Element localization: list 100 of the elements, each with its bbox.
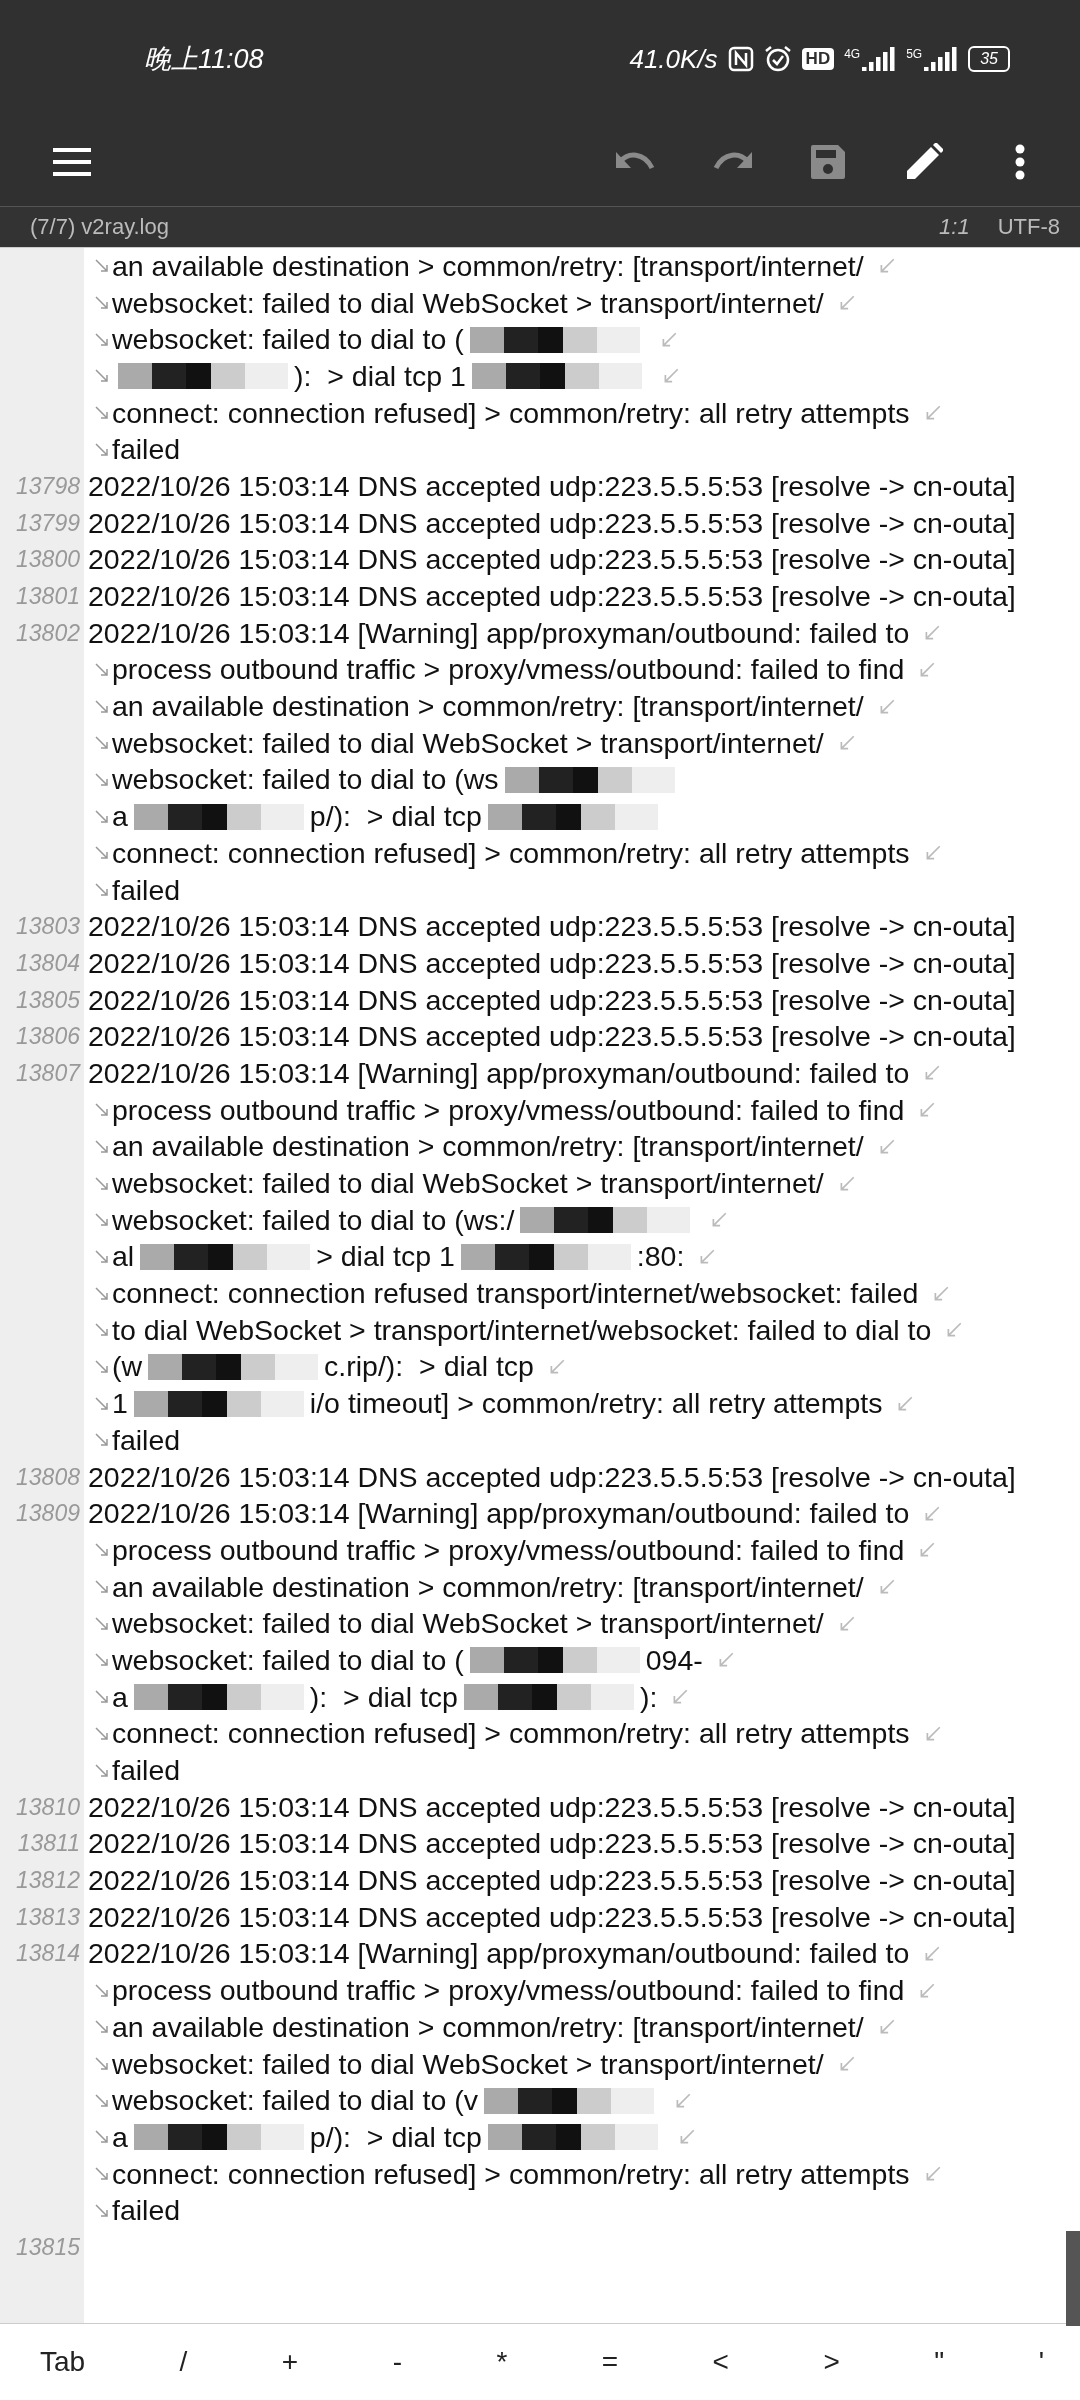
log-text: 2022/10/26 15:03:14 DNS accepted udp:223.5.5.5:53 [resolve -> cn-outa] (88, 910, 1016, 944)
hd-badge: HD (801, 48, 835, 70)
log-text: failed (112, 2194, 181, 2228)
scrollbar-thumb[interactable] (1066, 2231, 1080, 2326)
log-text: an available destination > common/retry: [transport/internet/ (112, 1570, 864, 1604)
line-number: 13799 (15, 509, 81, 537)
log-text: c.rip/): > dial tcp (324, 1350, 534, 1384)
symbol-key[interactable]: ' (1028, 2338, 1054, 2386)
log-text: an available destination > common/retry: [transport/internet/ (112, 2010, 864, 2044)
log-text: websocket: failed to dial to ( (112, 323, 464, 357)
log-text: 2022/10/26 15:03:14 [Warning] app/proxyman/outbound: failed to (88, 616, 910, 650)
log-text: websocket: failed to dial WebSocket > transport/internet/ (112, 726, 824, 760)
log-text: 2022/10/26 15:03:14 [Warning] app/proxyman/outbound: failed to (88, 1497, 910, 1531)
log-text: websocket: failed to dial to (ws (112, 763, 499, 797)
line-number: 13812 (15, 1867, 81, 1895)
log-text: websocket: failed to dial to (ws:/ (112, 1203, 515, 1237)
log-text: :80: (636, 1240, 685, 1274)
log-text: failed (112, 1423, 181, 1457)
log-text: ): (639, 1680, 658, 1714)
log-text: process outbound traffic > proxy/vmess/outbound: failed to find (112, 1533, 905, 1567)
symbol-key[interactable]: " (924, 2338, 955, 2386)
line-number: 13798 (15, 472, 81, 500)
log-text: 2022/10/26 15:03:14 DNS accepted udp:223.5.5.5:53 [resolve -> cn-outa] (88, 1900, 1016, 1934)
log-text: 2022/10/26 15:03:14 DNS accepted udp:223.5.5.5:53 [resolve -> cn-outa] (88, 1864, 1016, 1898)
cursor-position: 1:1 (939, 214, 970, 240)
symbol-key[interactable]: > (813, 2338, 850, 2386)
log-text: p/): > dial tcp (309, 800, 482, 834)
symbol-key[interactable]: - (382, 2338, 412, 2386)
signal-icon (862, 47, 897, 71)
network-speed: 41.0K/s (629, 43, 718, 75)
line-number: 13808 (15, 1463, 81, 1491)
log-text: process outbound traffic > proxy/vmess/outbound: failed to find (112, 653, 905, 687)
log-text: to dial WebSocket > transport/internet/websocket: failed to dial to (112, 1313, 932, 1347)
log-text: 2022/10/26 15:03:14 DNS accepted udp:223.5.5.5:53 [resolve -> cn-outa] (88, 543, 1016, 577)
symbol-key[interactable]: / (169, 2338, 198, 2386)
log-text: websocket: failed to dial WebSocket > transport/internet/ (112, 1167, 824, 1201)
log-text: 2022/10/26 15:03:14 DNS accepted udp:223.5.5.5:53 [resolve -> cn-outa] (88, 1020, 1016, 1054)
log-text: websocket: failed to dial WebSocket > transport/internet/ (112, 286, 824, 320)
log-text: connect: connection refused] > common/retry: all retry attempts (112, 396, 910, 430)
line-number: 13803 (15, 913, 81, 941)
alarm-icon (763, 45, 792, 73)
line-number: 13811 (16, 1830, 81, 1858)
menu-icon (53, 148, 91, 176)
log-text: 2022/10/26 15:03:14 DNS accepted udp:223.5.5.5:53 [resolve -> cn-outa] (88, 983, 1016, 1017)
signal-icon (924, 47, 959, 71)
log-text: a (112, 2120, 128, 2154)
log-text: connect: connection refused] > common/retry: all retry attempts (112, 2157, 910, 2191)
log-text: connect: connection refused] > common/retry: all retry attempts (112, 1717, 910, 1751)
symbol-key[interactable]: < (702, 2338, 739, 2386)
log-text: failed (112, 873, 181, 907)
log-text: 2022/10/26 15:03:14 [Warning] app/proxyman/outbound: failed to (88, 1937, 910, 1971)
log-text: 2022/10/26 15:03:14 DNS accepted udp:223.5.5.5:53 [resolve -> cn-outa] (88, 469, 1016, 503)
line-number: 13804 (15, 949, 81, 977)
line-number: 13809 (15, 1500, 81, 1528)
log-text: connect: connection refused] > common/retry: all retry attempts (112, 836, 910, 870)
line-number: 13807 (15, 1059, 82, 1087)
log-text: an available destination > common/retry: [transport/internet/ (112, 690, 864, 724)
log-text: ): > dial tcp (309, 1680, 458, 1714)
line-number: 13810 (15, 1793, 81, 1821)
line-number: 13800 (15, 546, 81, 574)
log-text: an available destination > common/retry: [transport/internet/ (112, 1130, 864, 1164)
log-text: 094- (645, 1643, 703, 1677)
line-number: 13801 (15, 583, 81, 611)
log-text: 2022/10/26 15:03:14 [Warning] app/proxyman/outbound: failed to (88, 1056, 910, 1090)
symbol-key[interactable]: Tab (30, 2338, 96, 2386)
log-text: i/o timeout] > common/retry: all retry attempts (309, 1387, 883, 1421)
log-text: a (112, 1680, 128, 1714)
nfc-icon (727, 46, 754, 72)
log-text: failed (112, 433, 181, 467)
status-time: 晚上11:08 (144, 43, 264, 76)
more-icon (1014, 143, 1026, 181)
log-text: failed (112, 1754, 181, 1788)
log-text: websocket: failed to dial to ( (112, 1643, 464, 1677)
network-label: 5G (906, 47, 923, 61)
log-text: 2022/10/26 15:03:14 DNS accepted udp:223.5.5.5:53 [resolve -> cn-outa] (88, 1790, 1016, 1824)
log-text: ): > dial tcp 1 (294, 359, 466, 393)
log-text: p/): > dial tcp (309, 2120, 482, 2154)
line-number: 13815 (15, 2233, 81, 2261)
log-text: al (112, 1240, 135, 1274)
symbol-key[interactable]: + (271, 2338, 309, 2386)
log-text: 2022/10/26 15:03:14 DNS accepted udp:223.5.5.5:53 [resolve -> cn-outa] (88, 1460, 1016, 1494)
save-icon (809, 143, 847, 181)
log-text: process outbound traffic > proxy/vmess/outbound: failed to find (112, 1974, 905, 2008)
encoding-label: UTF-8 (997, 214, 1060, 240)
symbol-key[interactable]: = (591, 2338, 629, 2386)
symbol-key[interactable]: * (486, 2338, 518, 2386)
line-number: 13802 (15, 619, 81, 647)
file-tab-title[interactable]: (7/7) v2ray.log (30, 214, 169, 240)
log-text: websocket: failed to dial to (v (112, 2084, 478, 2118)
line-number: 13806 (15, 1023, 81, 1051)
line-number: 13805 (15, 986, 81, 1014)
battery-icon: 35 (968, 46, 1010, 72)
network-label: 4G (844, 47, 861, 61)
log-text: process outbound traffic > proxy/vmess/outbound: failed to find (112, 1093, 905, 1127)
log-text: connect: connection refused transport/internet/websocket: failed (112, 1277, 919, 1311)
log-text: 2022/10/26 15:03:14 DNS accepted udp:223.5.5.5:53 [resolve -> cn-outa] (88, 580, 1016, 614)
line-number: 13814 (15, 1940, 81, 1968)
log-text: websocket: failed to dial WebSocket > transport/internet/ (112, 2047, 824, 2081)
log-text: (w (112, 1350, 143, 1384)
log-text: an available destination > common/retry: [transport/internet/ (112, 249, 864, 283)
